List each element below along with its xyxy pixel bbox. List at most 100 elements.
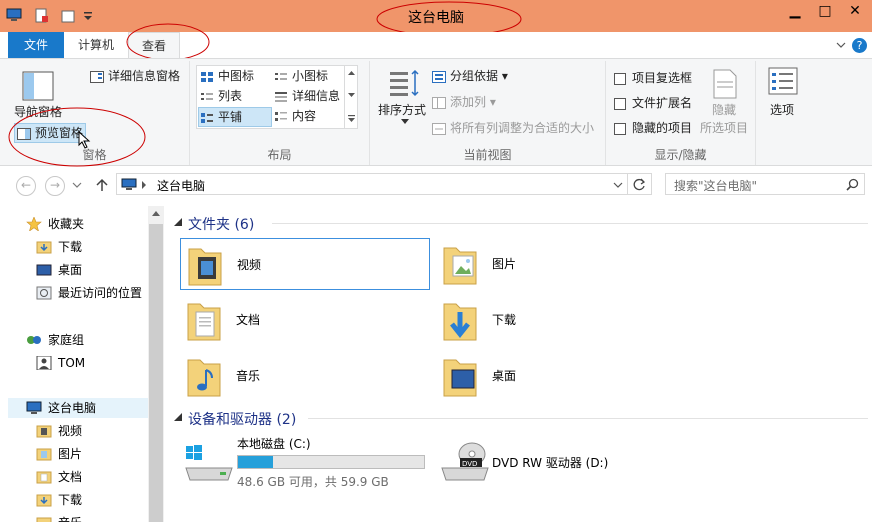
annotation-ellipse-preview-pane <box>8 107 146 167</box>
close-button[interactable]: ✕ <box>840 0 870 24</box>
checkbox[interactable] <box>614 72 626 85</box>
refresh-button[interactable] <box>628 173 652 195</box>
download-folder-icon <box>36 241 52 254</box>
chevron-up-icon[interactable] <box>347 70 356 76</box>
medium-icons-icon <box>201 71 213 82</box>
add-columns-button[interactable]: 添加列 ▾ <box>432 93 496 111</box>
hidden-items-toggle[interactable]: 隐藏的项目 <box>614 119 692 137</box>
chevron-down-icon[interactable] <box>72 181 82 189</box>
chevron-down-icon[interactable] <box>834 38 848 52</box>
nav-pc-music-label: 音乐 <box>58 513 82 522</box>
download-folder-icon <box>36 494 52 507</box>
group-by-label: 分组依据 <box>450 69 499 83</box>
chevron-down-icon[interactable] <box>174 218 182 226</box>
ribbon: 导航窗格 预览窗格 详细信息窗格 窗格 中图标 小图标 列表 详细信息 平铺 内… <box>0 58 872 167</box>
expand-gallery-icon[interactable] <box>347 114 356 123</box>
help-button[interactable]: ? <box>852 38 867 53</box>
tab-computer[interactable]: 计算机 <box>68 32 124 58</box>
svg-text:DVD: DVD <box>462 460 477 468</box>
folder-tile-downloads[interactable]: 下载 <box>436 294 686 346</box>
options-button[interactable]: 选项 <box>762 65 806 125</box>
dvd-drive-icon: DVD <box>441 442 489 481</box>
group-by-icon <box>432 70 446 83</box>
size-columns-button[interactable]: 将所有列调整为合适的大小 <box>432 119 594 137</box>
file-extensions-toggle[interactable]: 文件扩展名 <box>614 94 692 112</box>
small-icons-icon <box>275 72 287 80</box>
item-checkboxes-label: 项目复选框 <box>632 71 693 85</box>
chevron-up-icon[interactable] <box>152 210 160 216</box>
folder-name: 文档 <box>236 313 261 327</box>
folder-tile-documents[interactable]: 文档 <box>180 294 430 346</box>
selected-items-label: 所选项目 <box>700 121 749 135</box>
options-icon <box>768 67 798 95</box>
forward-button[interactable]: → <box>45 176 65 196</box>
maximize-button[interactable]: □ <box>810 0 840 24</box>
tiles-label: 平铺 <box>218 110 243 124</box>
checkbox[interactable] <box>614 97 626 110</box>
small-icons-label: 小图标 <box>292 69 329 83</box>
chevron-right-icon[interactable] <box>141 181 147 189</box>
drive-c-space: 48.6 GB 可用，共 59.9 GB <box>237 475 389 489</box>
nav-pc-downloads-label: 下载 <box>58 493 83 507</box>
layout-content[interactable]: 内容 <box>274 107 316 125</box>
folder-name: 图片 <box>492 257 517 271</box>
up-arrow-icon[interactable] <box>95 178 109 192</box>
medium-icons-label: 中图标 <box>218 69 255 83</box>
recent-places-icon <box>36 286 52 300</box>
user-icon <box>36 356 52 370</box>
layout-details[interactable]: 详细信息 <box>274 87 340 105</box>
pictures-folder-icon <box>36 448 52 461</box>
folder-tile-music[interactable]: 音乐 <box>180 350 430 402</box>
section-divider <box>272 223 868 224</box>
address-row: ← → 这台电脑 搜索"这台电脑" <box>0 168 872 202</box>
current-view-group: 排序方式 分组依据 ▾ 添加列 ▾ 将所有列调整为合适的大小 当前视图 <box>370 61 606 165</box>
layout-group-label: 布局 <box>267 148 292 162</box>
details-pane-button[interactable]: 详细信息窗格 <box>90 67 180 85</box>
drive-d-tile[interactable]: DVD DVD RW 驱动器 (D:) <box>436 434 686 490</box>
folder-name: 桌面 <box>492 369 517 383</box>
devices-section-header[interactable]: 设备和驱动器 (2) <box>188 409 296 429</box>
music-folder-icon <box>36 517 52 522</box>
folder-name: 下载 <box>492 313 517 327</box>
nav-recent-label: 最近访问的位置 <box>58 286 143 300</box>
tab-file[interactable]: 文件 <box>8 32 64 58</box>
content-label: 内容 <box>292 109 317 123</box>
search-icon[interactable] <box>846 178 859 191</box>
size-columns-icon <box>432 122 446 135</box>
group-by-button[interactable]: 分组依据 ▾ <box>432 67 508 85</box>
chevron-down-icon[interactable] <box>174 413 182 421</box>
details-label: 详细信息 <box>292 89 341 103</box>
back-button[interactable]: ← <box>16 176 36 196</box>
address-bar[interactable]: 这台电脑 <box>116 173 628 195</box>
search-box[interactable]: 搜索"这台电脑" <box>665 173 865 195</box>
minimize-button[interactable]: ▁ <box>780 0 810 24</box>
folders-section-header[interactable]: 文件夹 (6) <box>188 214 254 234</box>
navigation-pane: 收藏夹 下载 桌面 最近访问的位置 家庭组 TOM 这台电脑 视频 图片 文档 … <box>0 202 164 522</box>
sort-by-button[interactable]: 排序方式 <box>376 65 432 127</box>
chevron-down-icon[interactable] <box>613 181 623 189</box>
nav-this-pc[interactable]: 这台电脑 <box>8 398 148 418</box>
drive-c-tile[interactable]: 本地磁盘 (C:) 48.6 GB 可用，共 59.9 GB <box>180 434 430 490</box>
layout-list[interactable]: 列表 <box>200 87 242 105</box>
layout-tiles[interactable]: 平铺 <box>198 107 272 127</box>
hidden-items-label: 隐藏的项目 <box>632 121 693 135</box>
layout-medium-icons[interactable]: 中图标 <box>200 67 254 85</box>
drive-c-usage-bar <box>237 455 425 469</box>
address-path: 这台电脑 <box>157 179 206 193</box>
layout-gallery-scroll[interactable] <box>344 66 357 128</box>
nav-pane-scroll-thumb[interactable] <box>149 224 163 522</box>
computer-icon <box>121 178 137 190</box>
chevron-down-icon[interactable] <box>347 92 356 98</box>
checkbox[interactable] <box>614 122 626 135</box>
folder-tile-videos[interactable]: 视频 <box>180 238 430 290</box>
folder-tile-pictures[interactable]: 图片 <box>436 238 686 290</box>
nav-downloads-label: 下载 <box>58 240 83 254</box>
list-label: 列表 <box>218 89 243 103</box>
drive-c-usage-fill <box>238 456 274 468</box>
video-folder-icon <box>36 425 52 438</box>
chevron-down-icon <box>401 119 409 124</box>
hide-selected-button[interactable]: 隐藏 所选项目 <box>700 65 752 137</box>
folder-tile-desktop[interactable]: 桌面 <box>436 350 686 402</box>
item-checkboxes-toggle[interactable]: 项目复选框 <box>614 69 692 87</box>
layout-small-icons[interactable]: 小图标 <box>274 67 328 85</box>
